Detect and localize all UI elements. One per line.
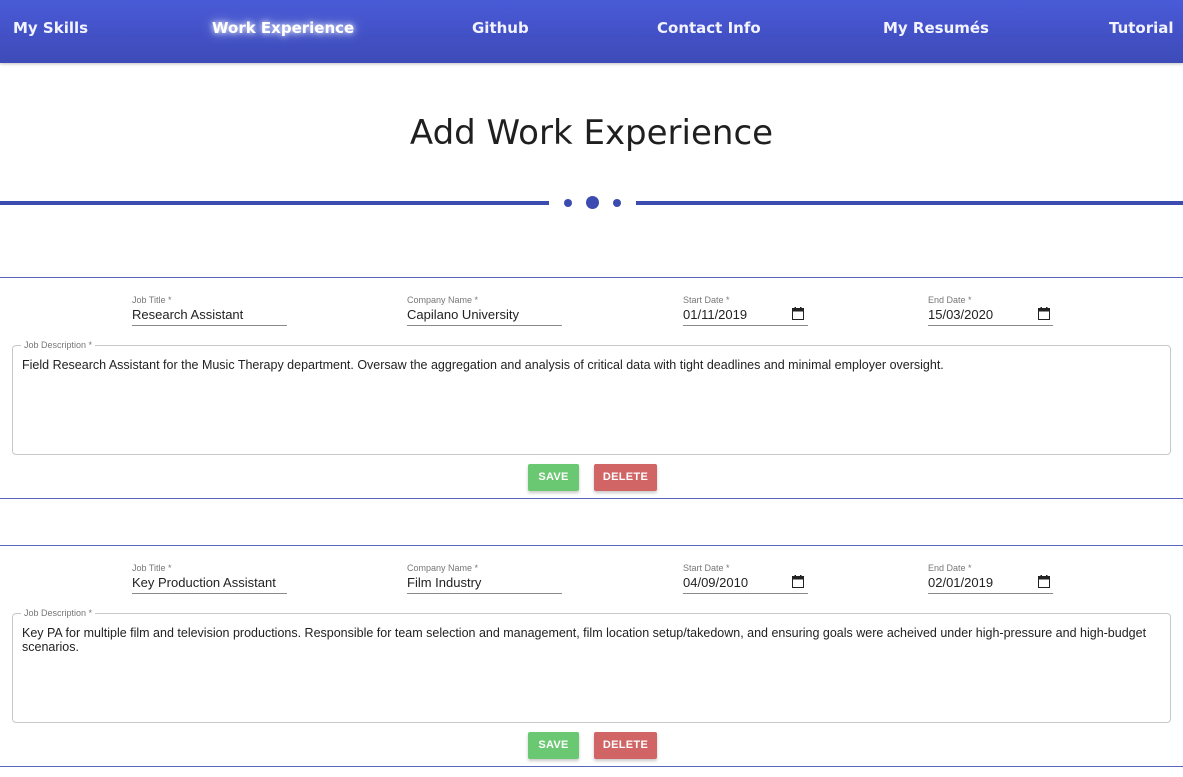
end-date-input[interactable]: 15/03/2020 [928,307,993,322]
card-bottom-border [0,766,1183,767]
card-top-border [0,277,1183,278]
job-description-field[interactable]: Job Description * Key PA for multiple fi… [12,608,1171,723]
calendar-icon[interactable] [1038,307,1050,320]
start-date-field[interactable]: Start Date * 01/11/2019 [683,295,808,329]
company-name-input[interactable]: Capilano University [407,307,519,322]
input-underline [928,325,1053,326]
divider-line-right [636,201,1183,205]
input-underline [132,325,287,326]
end-date-label: End Date * [928,295,972,305]
job-title-field[interactable]: Job Title * Key Production Assistant [132,563,287,597]
nav-item-github[interactable]: Github [472,18,529,38]
job-title-label: Job Title * [132,563,172,573]
calendar-icon[interactable] [792,575,804,588]
company-name-field[interactable]: Company Name * Film Industry [407,563,562,597]
input-underline [132,593,287,594]
job-description-textarea[interactable]: Key PA for multiple film and television … [22,626,1158,654]
card-bottom-border [0,498,1183,499]
start-date-input[interactable]: 01/11/2019 [683,307,747,322]
nav-item-my-resumes[interactable]: My Resumés [883,18,989,38]
job-title-label: Job Title * [132,295,172,305]
job-description-field[interactable]: Job Description * Field Research Assista… [12,340,1171,455]
save-button[interactable]: SAVE [528,732,579,759]
company-name-label: Company Name * [407,295,479,305]
top-navigation-bar: My Skills Work Experience Github Contact… [0,0,1183,63]
divider-dot-small-left [564,199,572,207]
input-underline [683,593,808,594]
job-description-label: Job Description * [21,608,96,618]
nav-item-tutorial[interactable]: Tutorial [1109,18,1174,38]
start-date-label: Start Date * [683,295,730,305]
job-title-field[interactable]: Job Title * Research Assistant [132,295,287,329]
start-date-input[interactable]: 04/09/2010 [683,575,748,590]
end-date-field[interactable]: End Date * 02/01/2019 [928,563,1053,597]
input-underline [407,593,562,594]
card-top-border [0,545,1183,546]
divider-dot-small-right [613,199,621,207]
divider-line-left [0,201,549,205]
end-date-label: End Date * [928,563,972,573]
delete-button[interactable]: DELETE [594,464,657,491]
company-name-input[interactable]: Film Industry [407,575,481,590]
input-underline [928,593,1053,594]
start-date-field[interactable]: Start Date * 04/09/2010 [683,563,808,597]
divider-dot-large [586,196,599,209]
company-name-field[interactable]: Company Name * Capilano University [407,295,562,329]
end-date-input[interactable]: 02/01/2019 [928,575,993,590]
save-button[interactable]: SAVE [528,464,579,491]
company-name-label: Company Name * [407,563,479,573]
input-underline [407,325,562,326]
end-date-field[interactable]: End Date * 15/03/2020 [928,295,1053,329]
job-description-label: Job Description * [21,340,96,350]
job-title-input[interactable]: Key Production Assistant [132,575,276,590]
nav-item-contact-info[interactable]: Contact Info [657,18,761,38]
calendar-icon[interactable] [792,307,804,320]
nav-item-work-experience[interactable]: Work Experience [212,18,354,38]
start-date-label: Start Date * [683,563,730,573]
input-underline [683,325,808,326]
nav-item-my-skills[interactable]: My Skills [13,18,88,38]
job-title-input[interactable]: Research Assistant [132,307,243,322]
page-title: Add Work Experience [409,113,774,153]
calendar-icon[interactable] [1038,575,1050,588]
delete-button[interactable]: DELETE [594,732,657,759]
job-description-textarea[interactable]: Field Research Assistant for the Music T… [22,358,1158,372]
